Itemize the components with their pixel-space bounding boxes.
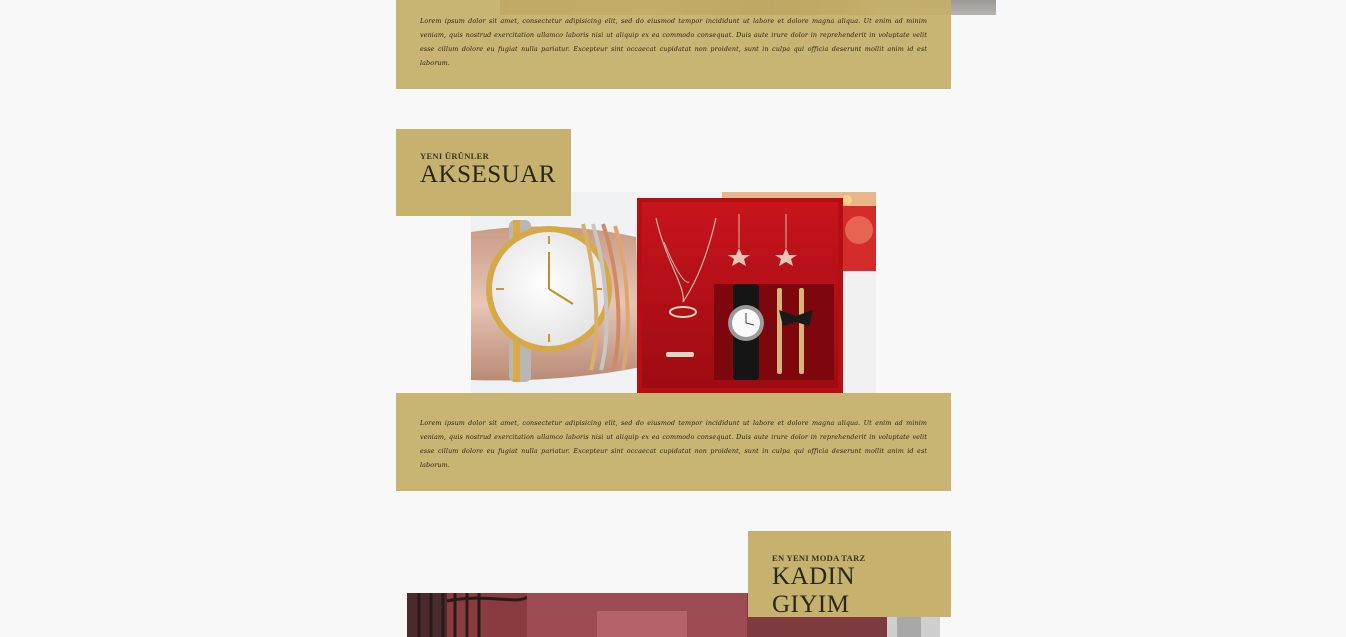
category-title[interactable]: AKSESUAR bbox=[420, 161, 555, 189]
category-label-women-clothing[interactable]: EN YENI MODA TARZ KADIN GIYIM bbox=[748, 531, 951, 619]
category-eyebrow: YENI ÜRÜNLER bbox=[420, 151, 490, 161]
category-label-accessories[interactable]: YENI ÜRÜNLER AKSESUAR bbox=[396, 129, 571, 216]
category-title[interactable]: KADIN GIYIM bbox=[772, 563, 927, 619]
section-description-box: Lorem ipsum dolor sit amet, consectetur … bbox=[396, 393, 951, 491]
section-description-text: Lorem ipsum dolor sit amet, consectetur … bbox=[420, 419, 927, 469]
section-description-box: Lorem ipsum dolor sit amet, consectetur … bbox=[396, 0, 951, 89]
page: Lorem ipsum dolor sit amet, consectetur … bbox=[0, 0, 1346, 637]
accessories-image[interactable] bbox=[471, 192, 876, 393]
section-description-text: Lorem ipsum dolor sit amet, consectetur … bbox=[420, 17, 927, 67]
category-eyebrow: EN YENI MODA TARZ bbox=[772, 553, 866, 563]
watch-jewelry-gift-set-photo bbox=[471, 192, 876, 393]
